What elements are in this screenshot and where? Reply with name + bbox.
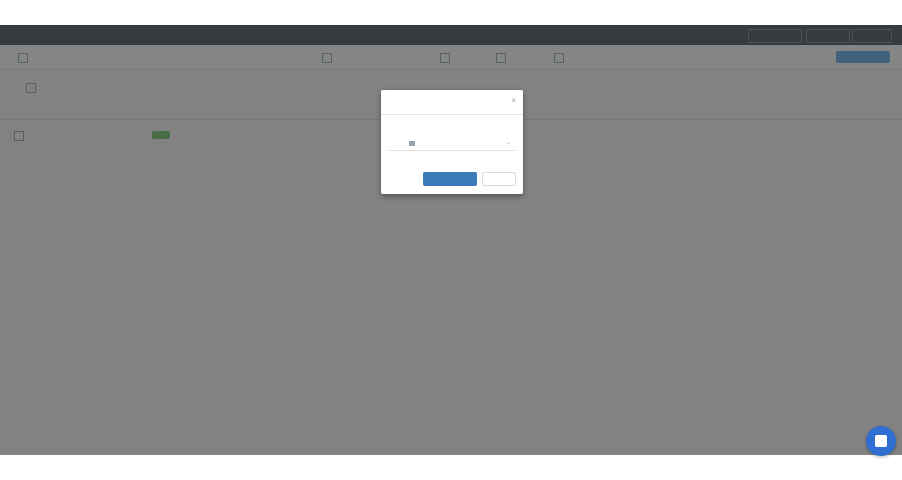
chat-bubble-icon xyxy=(875,435,887,447)
dialog-primary-button[interactable] xyxy=(423,172,477,186)
chevron-down-icon[interactable]: ⌄ xyxy=(506,139,511,146)
modal-dialog: × ⌄ xyxy=(381,90,523,194)
app-viewport: × ⌄ xyxy=(0,25,902,455)
dialog-divider xyxy=(381,114,523,115)
dialog-cancel-button[interactable] xyxy=(482,172,516,186)
select-item-icon xyxy=(409,141,415,146)
dialog-select[interactable]: ⌄ xyxy=(389,136,515,151)
chat-launcher-button[interactable] xyxy=(866,426,896,456)
close-icon[interactable]: × xyxy=(511,96,516,105)
